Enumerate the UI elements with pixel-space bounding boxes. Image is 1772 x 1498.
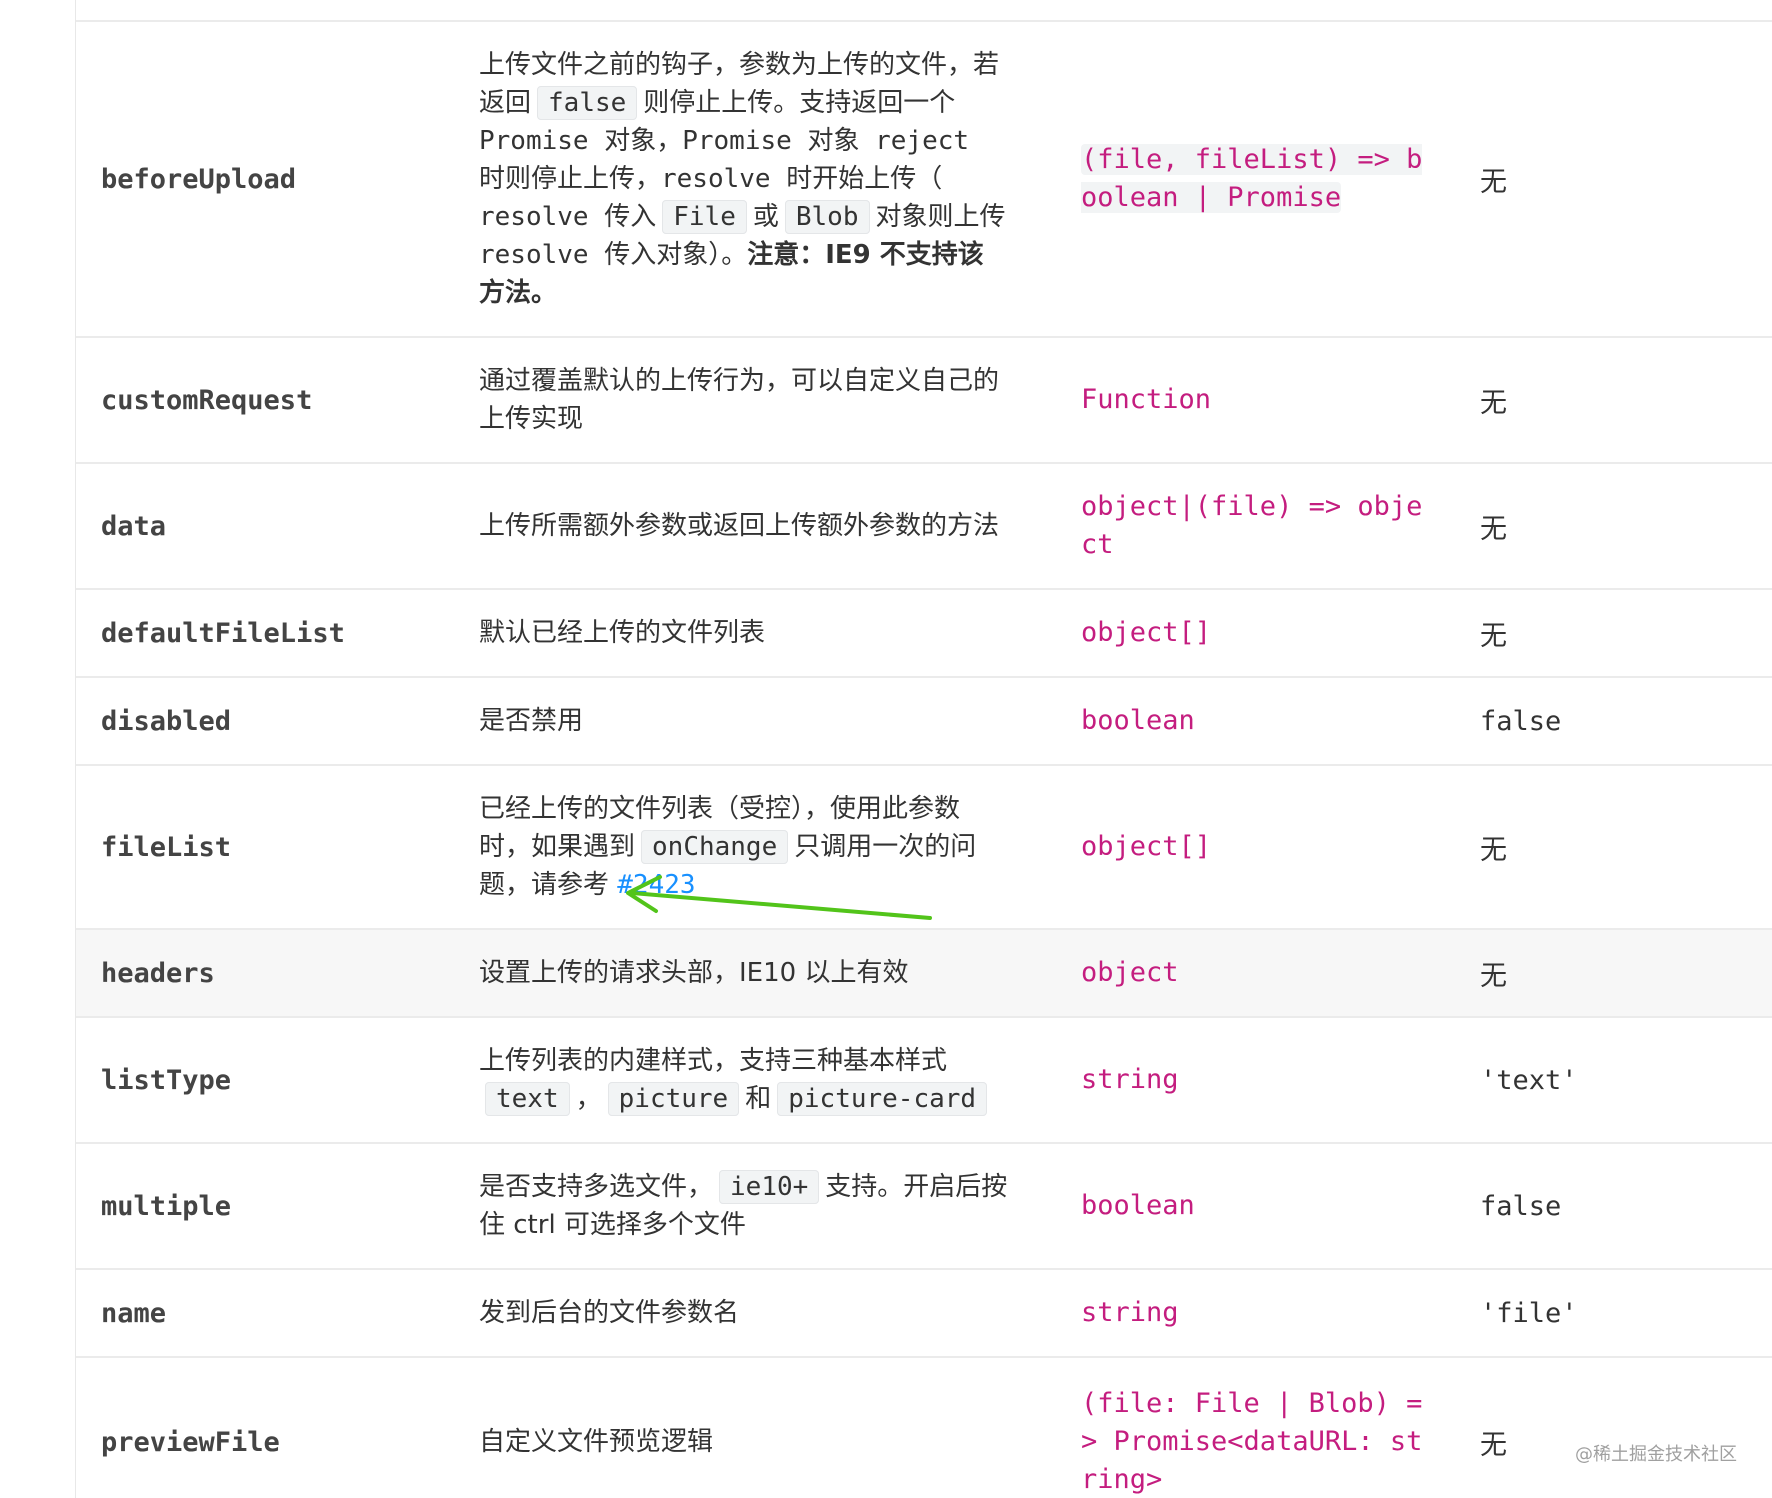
prop-desc: 通过覆盖默认的上传行为，可以自定义自己的上传实现 bbox=[479, 366, 1000, 434]
inline-code: ie10+ bbox=[719, 1170, 820, 1204]
prop-type: (file, fileList) => boolean | Promise bbox=[1081, 144, 1423, 213]
prop-name: beforeUpload bbox=[101, 163, 297, 195]
prop-desc: 上传文件之前的钩子，参数为上传的文件，若返回 false 则停止上传。支持返回一个P… bbox=[479, 50, 1006, 308]
prop-type: object[] bbox=[1081, 617, 1212, 648]
inline-code: File bbox=[662, 200, 747, 234]
prop-type: string bbox=[1081, 1297, 1179, 1328]
prop-desc: 上传列表的内建样式，支持三种基本样式 text， picture 和 picture-c… bbox=[479, 1042, 1009, 1118]
table-row: listType 上传列表的内建样式，支持三种基本样式 text， picture 和… bbox=[76, 1018, 1772, 1144]
prop-name: fileList bbox=[101, 831, 232, 863]
inline-code: picture bbox=[607, 1082, 740, 1116]
inline-code: Blob bbox=[784, 200, 870, 234]
prop-name: customRequest bbox=[101, 384, 313, 416]
prop-default: 无 bbox=[1480, 960, 1507, 992]
inline-code: text bbox=[485, 1082, 570, 1116]
table-row: headers 设置上传的请求头部，IE10 以上有效 object 无 bbox=[76, 930, 1772, 1018]
prop-name: previewFile bbox=[101, 1426, 280, 1458]
prop-name: name bbox=[101, 1297, 167, 1329]
prop-desc: 自定义文件预览逻辑 bbox=[479, 1427, 714, 1457]
prop-default: 无 bbox=[1480, 620, 1507, 652]
issue-link[interactable]: #2423 bbox=[617, 870, 695, 900]
watermark: @稀土掘金技术社区 bbox=[1575, 1444, 1737, 1465]
prop-type: object|(file) => object bbox=[1081, 491, 1423, 560]
prop-desc: 是否禁用 bbox=[479, 706, 584, 736]
prop-name: listType bbox=[101, 1064, 232, 1096]
prop-type: object bbox=[1081, 957, 1179, 988]
inline-code: false bbox=[537, 86, 638, 120]
prop-type: boolean bbox=[1081, 1190, 1195, 1221]
prop-name: multiple bbox=[101, 1190, 232, 1222]
prop-name: headers bbox=[101, 957, 215, 989]
table-row: previewFile 自定义文件预览逻辑 (file: File | Blob… bbox=[76, 1358, 1772, 1498]
prop-desc: 设置上传的请求头部，IE10 以上有效 bbox=[479, 958, 909, 988]
table-row: multiple 是否支持多选文件， ie10+ 支持。开启后按住 ctrl 可选择… bbox=[76, 1144, 1772, 1270]
prop-default: 无 bbox=[1480, 834, 1507, 866]
table-row: customRequest 通过覆盖默认的上传行为，可以自定义自己的上传实现 F… bbox=[76, 338, 1772, 464]
prop-type: object[] bbox=[1081, 831, 1212, 862]
prop-desc: 是否支持多选文件， ie10+ 支持。开启后按住 ctrl 可选择多个文件 bbox=[479, 1170, 1008, 1240]
prop-default: false bbox=[1480, 1190, 1562, 1222]
prop-desc: 上传所需额外参数或返回上传额外参数的方法 bbox=[479, 511, 1000, 541]
prop-type: boolean bbox=[1081, 705, 1195, 736]
prop-type: (file: File | Blob) => Promise<dataURL: … bbox=[1081, 1388, 1423, 1495]
inline-code: picture-card bbox=[777, 1082, 988, 1116]
prop-desc: 默认已经上传的文件列表 bbox=[479, 618, 766, 648]
prop-name: data bbox=[101, 510, 167, 542]
table-row: fileList 已经上传的文件列表（受控），使用此参数时，如果遇到 onChan… bbox=[76, 766, 1772, 930]
table-row: disabled 是否禁用 boolean false bbox=[76, 678, 1772, 766]
prop-default: 无 bbox=[1480, 513, 1507, 545]
prop-default: false bbox=[1480, 705, 1562, 737]
table-row: data 上传所需额外参数或返回上传额外参数的方法 object|(file) … bbox=[76, 464, 1772, 590]
table-row: beforeUpload 上传文件之前的钩子，参数为上传的文件，若返回 false… bbox=[76, 22, 1772, 338]
prop-name: defaultFileList bbox=[101, 617, 345, 649]
prop-name: disabled bbox=[101, 705, 232, 737]
inline-code: onChange bbox=[641, 830, 789, 864]
table-row: name 发到后台的文件参数名 string 'file' bbox=[76, 1270, 1772, 1358]
table-row: defaultFileList 默认已经上传的文件列表 object[] 无 bbox=[76, 590, 1772, 678]
prop-type: string bbox=[1081, 1064, 1179, 1095]
table-row bbox=[76, 0, 1772, 22]
prop-default: 无 bbox=[1480, 1429, 1507, 1461]
prop-default: 无 bbox=[1480, 166, 1507, 198]
api-table: beforeUpload 上传文件之前的钩子，参数为上传的文件，若返回 false… bbox=[75, 0, 1772, 1498]
prop-default: 'text' bbox=[1480, 1064, 1578, 1096]
prop-default: 无 bbox=[1480, 387, 1507, 419]
prop-desc: 已经上传的文件列表（受控），使用此参数时，如果遇到 onChange 只调用一次的问… bbox=[479, 794, 977, 900]
prop-desc: 发到后台的文件参数名 bbox=[479, 1298, 740, 1328]
prop-type: Function bbox=[1081, 384, 1212, 415]
prop-default: 'file' bbox=[1480, 1297, 1578, 1329]
